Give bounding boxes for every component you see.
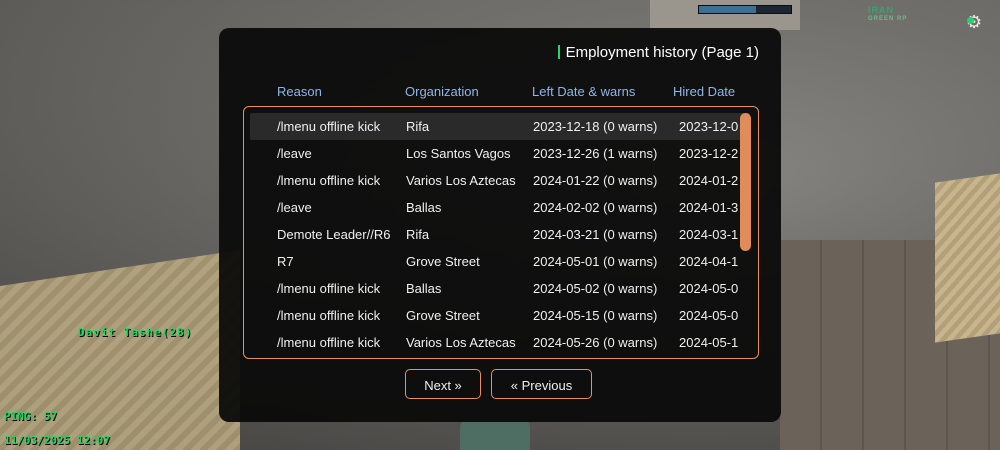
table-row[interactable]: /leave Los Santos Vagos 2023-12-26 (1 wa… [250, 140, 750, 167]
cell-hired-date: 2024-05-1 [679, 335, 739, 350]
cell-hired-date: 2024-01-2 [679, 173, 739, 188]
cell-left-date: 2024-02-02 (0 warns) [533, 200, 658, 215]
cell-reason: /lmenu offline kick [277, 119, 381, 134]
cell-reason: R7 [277, 254, 294, 269]
table-row[interactable]: /lmenu offline kick Rifa 2023-12-18 (0 w… [250, 113, 750, 140]
cell-organization: Varios Los Aztecas [406, 335, 516, 350]
cell-organization: Varios Los Aztecas [406, 173, 516, 188]
cell-left-date: 2024-05-15 (0 warns) [533, 308, 658, 323]
cell-reason: /leave [277, 200, 312, 215]
floor-right [780, 240, 1000, 450]
player-name-tag: Davit Tashe(28) [78, 326, 193, 339]
server-logo-text: IRAN [868, 5, 894, 15]
header-reason: Reason [277, 84, 322, 99]
table-row[interactable]: /lmenu offline kick Varios Los Aztecas 2… [250, 167, 750, 194]
cell-organization: Rifa [406, 119, 430, 134]
cell-left-date: 2024-01-22 (0 warns) [533, 173, 658, 188]
cell-reason: /lmenu offline kick [277, 281, 381, 296]
health-bar [698, 5, 792, 14]
dialog-title-text: Employment history (Page 1) [565, 44, 759, 61]
cell-reason: /leave [277, 146, 312, 161]
employment-history-dialog: Employment history (Page 1) Reason Organ… [219, 28, 781, 422]
server-logo: IRAN GREEN RP [868, 6, 907, 24]
cell-hired-date: 2024-03-1 [679, 227, 739, 242]
title-accent-mark [557, 45, 560, 59]
ping-readout: PING: 57 [4, 410, 57, 423]
cell-left-date: 2024-05-26 (0 warns) [533, 335, 658, 350]
table-row[interactable]: Demote Leader//R6 Rifa 2024-03-21 (0 war… [250, 221, 750, 248]
statue [460, 418, 530, 450]
cell-organization: Grove Street [406, 254, 480, 269]
cell-left-date: 2024-05-02 (0 warns) [533, 281, 658, 296]
connection-status-dot [967, 17, 974, 24]
cell-organization: Rifa [406, 227, 430, 242]
table-row[interactable]: R7 Grove Street 2024-05-01 (0 warns) 202… [250, 248, 750, 275]
table-scrollbar[interactable] [740, 113, 751, 251]
cell-hired-date: 2024-04-1 [679, 254, 739, 269]
cell-hired-date: 2023-12-0 [679, 119, 739, 134]
table-header: Reason Organization Left Date & warns Hi… [219, 84, 781, 102]
table-row[interactable]: /lmenu offline kick Grove Street 2024-05… [250, 302, 750, 329]
cell-reason: /lmenu offline kick [277, 173, 381, 188]
history-table[interactable]: /lmenu offline kick Rifa 2023-12-18 (0 w… [243, 106, 759, 359]
table-row[interactable]: /leave Ballas 2024-02-02 (0 warns) 2024-… [250, 194, 750, 221]
next-page-button[interactable]: Next » [405, 369, 481, 399]
server-logo-subtext: GREEN RP [868, 16, 908, 22]
cell-reason: Demote Leader//R6 [277, 227, 391, 242]
cell-hired-date: 2024-05-0 [679, 281, 739, 296]
cell-organization: Los Santos Vagos [406, 146, 511, 161]
crate [935, 173, 1000, 343]
cell-left-date: 2024-05-01 (0 warns) [533, 254, 658, 269]
cell-left-date: 2023-12-18 (0 warns) [533, 119, 658, 134]
cell-left-date: 2023-12-26 (1 warns) [533, 146, 658, 161]
header-hired-date: Hired Date [673, 84, 736, 99]
cell-organization: Grove Street [406, 308, 480, 323]
header-left-date: Left Date & warns [532, 84, 636, 99]
cell-left-date: 2024-03-21 (0 warns) [533, 227, 658, 242]
table-row[interactable]: /lmenu offline kick Varios Los Aztecas 2… [250, 329, 750, 356]
cell-reason: /lmenu offline kick [277, 335, 381, 350]
cell-hired-date: 2024-05-0 [679, 308, 739, 323]
dialog-title: Employment history (Page 1) [557, 44, 759, 61]
cell-hired-date: 2023-12-2 [679, 146, 739, 161]
previous-page-button[interactable]: « Previous [491, 369, 592, 399]
cell-reason: /lmenu offline kick [277, 308, 381, 323]
cell-hired-date: 2024-01-3 [679, 200, 739, 215]
datetime-readout: 11/03/2025 12:07 [4, 434, 110, 447]
cell-organization: Ballas [406, 200, 442, 215]
table-row[interactable]: /lmenu offline kick Ballas 2024-05-02 (0… [250, 275, 750, 302]
cell-organization: Ballas [406, 281, 442, 296]
header-organization: Organization [405, 84, 479, 99]
